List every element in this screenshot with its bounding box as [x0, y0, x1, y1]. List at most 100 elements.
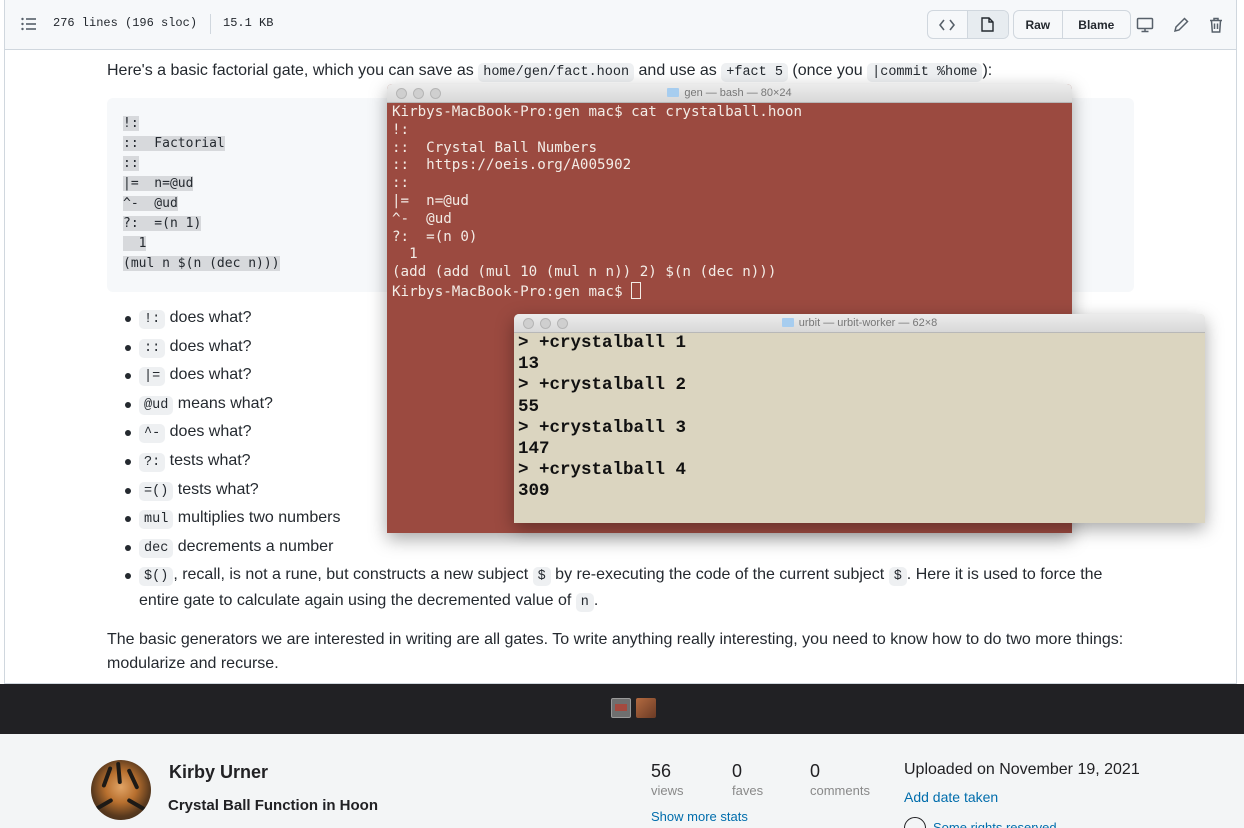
folder-icon	[667, 88, 680, 97]
inline-code: n	[575, 593, 594, 613]
terminal-line: ?: =(n 0)	[392, 228, 478, 245]
terminal-line: > +crystalball 3	[518, 417, 687, 438]
terminal-title: urbit — urbit-worker — 62×8	[798, 317, 938, 329]
list-item-text: decrements a number	[173, 537, 334, 555]
list-item: dec decrements a number	[107, 535, 1137, 564]
zoom-icon[interactable]	[430, 88, 441, 99]
inline-code: =()	[139, 481, 174, 501]
list-item-text: tests what?	[165, 451, 251, 469]
terminal-titlebar[interactable]: gen — bash — 80×24	[387, 84, 1072, 103]
folder-icon	[781, 318, 794, 327]
list-item-text: does what?	[165, 423, 252, 441]
intro-text-4: ):	[982, 62, 993, 79]
code-line: :: Factorial	[123, 136, 225, 151]
terminal-line: ^- @ud	[392, 210, 452, 227]
list-item: $(), recall, is not a rune, but construc…	[107, 563, 1137, 615]
close-icon[interactable]	[396, 88, 407, 99]
terminal-titlebar[interactable]: urbit — urbit-worker — 62×8	[514, 314, 1205, 333]
show-more-stats-link[interactable]: Show more stats	[651, 809, 748, 824]
intro-paragraph: Here's a basic factorial gate, which you…	[107, 59, 992, 85]
display-rendered-button[interactable]	[967, 11, 1008, 38]
list-item-text: .	[593, 592, 599, 610]
comments-stat: 0 comments	[810, 761, 870, 798]
shell-prompt: Kirbys-MacBook-Pro:gen mac$	[392, 283, 632, 300]
list-item-text: by re-executing the code of the current …	[550, 566, 889, 584]
inline-code: $	[888, 567, 907, 587]
intro-text-1: Here's a basic factorial gate, which you…	[107, 62, 479, 79]
display-source-button[interactable]	[928, 11, 968, 38]
code-line: ?: =(n 1)	[123, 216, 202, 231]
text-cursor	[631, 281, 642, 299]
terminal-output[interactable]: Kirbys-MacBook-Pro:gen mac$ cat crystalb…	[392, 104, 802, 302]
inline-code: ?:	[139, 452, 166, 472]
line-count: 276 lines (196 sloc)	[53, 16, 198, 30]
faves-label: faves	[732, 783, 764, 798]
close-icon[interactable]	[523, 318, 534, 329]
zoom-icon[interactable]	[557, 318, 568, 329]
faves-stat: 0 faves	[732, 761, 763, 798]
inline-code: ::	[139, 338, 166, 358]
list-item-text: means what?	[173, 394, 273, 412]
code-line: 1	[123, 236, 147, 251]
minimize-icon[interactable]	[413, 88, 424, 99]
outro-paragraph: The basic generators we are interested i…	[107, 631, 1124, 672]
minimize-icon[interactable]	[540, 318, 551, 329]
inline-code: dec	[139, 538, 174, 558]
list-item-text: does what?	[165, 309, 252, 326]
code-icon	[939, 19, 956, 30]
blame-button[interactable]: Blame	[1063, 11, 1130, 38]
intro-text-2: and use as	[634, 62, 722, 79]
list-item-text: tests what?	[173, 480, 259, 498]
pencil-icon[interactable]	[1172, 16, 1190, 34]
code-line: (mul n $(n (dec n)))	[123, 256, 280, 271]
code-line: ::	[123, 156, 139, 171]
file-size: 15.1 KB	[223, 16, 274, 30]
urbit-terminal-window[interactable]: urbit — urbit-worker — 62×8 > +crystalba…	[514, 314, 1205, 523]
desktop-icon[interactable]	[1136, 16, 1154, 34]
list-item-text: does what?	[165, 337, 252, 355]
inline-code-command: +fact 5	[721, 63, 788, 82]
photo-thumbnail[interactable]	[636, 698, 656, 718]
view-toggle	[927, 10, 1009, 39]
photo-title: Crystal Ball Function in Hoon	[168, 797, 379, 814]
comments-count: 0	[810, 761, 821, 781]
add-date-taken-link[interactable]: Add date taken	[904, 789, 998, 805]
inline-code: mul	[139, 510, 174, 530]
terminal-line: 309	[518, 481, 550, 502]
photostream-strip	[0, 684, 1244, 734]
inline-code: ^-	[139, 424, 166, 444]
terminal-output[interactable]: > +crystalball 1 13 > +crystalball 2 55 …	[518, 333, 686, 503]
trash-icon[interactable]	[1207, 16, 1225, 34]
terminal-line: > +crystalball 2	[518, 375, 687, 396]
terminal-line: :: Crystal Ball Numbers	[392, 139, 597, 156]
header-divider	[210, 14, 211, 34]
avatar[interactable]	[91, 760, 151, 820]
code-line: ^- @ud	[123, 196, 178, 211]
raw-blame-group: Raw Blame	[1013, 10, 1131, 39]
terminal-line: (add (add (mul 10 (mul n n)) 2) $(n (dec…	[392, 264, 777, 281]
inline-code: @ud	[139, 395, 174, 415]
code-line: !:	[123, 116, 139, 131]
terminal-line: > +crystalball 4	[518, 460, 687, 481]
terminal-line: !:	[392, 121, 410, 138]
terminal-title: gen — bash — 80×24	[684, 87, 792, 99]
comments-label: comments	[810, 783, 870, 798]
views-label: views	[651, 783, 684, 798]
raw-button[interactable]: Raw	[1014, 11, 1063, 38]
inline-code-path: home/gen/fact.hoon	[478, 63, 635, 82]
faves-count: 0	[732, 761, 743, 781]
terminal-line: :: https://oeis.org/A005902	[392, 157, 632, 174]
list-item-text: , recall, is not a rune, but constructs …	[173, 566, 533, 584]
inline-code: !:	[139, 310, 166, 329]
code-line: |= n=@ud	[123, 176, 194, 191]
author-name[interactable]: Kirby Urner	[169, 762, 268, 783]
list-icon[interactable]	[21, 17, 37, 31]
rights-link[interactable]: Some rights reserved	[933, 820, 1057, 828]
inline-code: $	[532, 567, 551, 587]
creative-commons-icon	[904, 817, 926, 828]
photo-thumbnail[interactable]	[611, 698, 631, 718]
inline-code: $()	[139, 567, 174, 587]
file-header: 276 lines (196 sloc) 15.1 KB Raw Blame	[4, 0, 1237, 50]
inline-code: |=	[139, 367, 166, 387]
terminal-line: ::	[392, 175, 410, 192]
